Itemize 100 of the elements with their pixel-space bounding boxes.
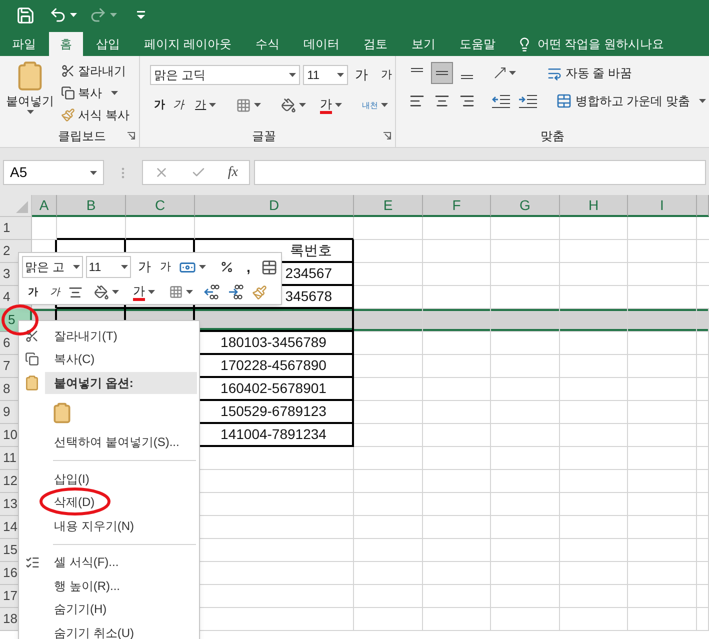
menu-item[interactable]: 삽입(I) xyxy=(54,470,90,488)
column-header[interactable]: H xyxy=(560,195,628,217)
align-center-icon[interactable] xyxy=(68,284,83,300)
customize-icon[interactable] xyxy=(137,11,145,19)
table-cell xyxy=(560,585,628,608)
table-cell xyxy=(628,562,697,585)
dialog-launcher-icon[interactable] xyxy=(383,132,392,140)
table-cell xyxy=(560,355,628,378)
column-header[interactable]: D xyxy=(195,195,354,217)
column-header[interactable]: G xyxy=(491,195,560,217)
ribbon-tab[interactable]: 수식 xyxy=(244,32,290,56)
table-cell xyxy=(423,562,491,585)
column-header[interactable] xyxy=(697,195,709,217)
table-cell xyxy=(697,539,709,562)
format-painter-button[interactable]: 서식 복사 xyxy=(58,104,132,126)
column-header[interactable]: A xyxy=(32,195,57,217)
font-size-field[interactable]: 11 xyxy=(86,256,131,278)
table-cell xyxy=(491,493,560,516)
paste-button[interactable]: 붙여넣기 xyxy=(2,60,58,126)
cut-button[interactable]: 잘라내기 xyxy=(58,60,132,82)
paintbrush-icon[interactable] xyxy=(252,284,267,300)
font-size-field[interactable]: 11 xyxy=(303,65,348,85)
insert-function-button[interactable]: fx xyxy=(228,162,238,183)
wrap-text-button[interactable]: 자동 줄 바꿈 xyxy=(544,62,635,84)
formula-input[interactable] xyxy=(254,160,706,185)
table-cell xyxy=(697,447,709,470)
ribbon-tab[interactable]: 도움말 xyxy=(448,32,506,56)
table-cell xyxy=(491,286,560,309)
vertical-align-button[interactable] xyxy=(431,62,454,84)
merge-icon[interactable] xyxy=(261,258,278,276)
table-cell xyxy=(628,332,697,355)
table-cell xyxy=(354,539,423,562)
font-name-field[interactable]: 맑은 고딕 xyxy=(150,65,300,85)
table-cell xyxy=(32,217,57,240)
column-header[interactable]: E xyxy=(354,195,423,217)
clipboard-icon xyxy=(51,400,73,424)
column-header[interactable]: I xyxy=(628,195,697,217)
font-color-button[interactable]: 가 xyxy=(317,94,346,116)
table-cell xyxy=(423,516,491,539)
ribbon-tab[interactable]: 데이터 xyxy=(292,32,350,56)
ribbon-tab[interactable]: 보기 xyxy=(400,32,446,56)
table-cell xyxy=(560,217,628,240)
table-cell xyxy=(491,516,560,539)
ribbon-tab[interactable]: 홈 xyxy=(49,32,83,56)
table-cell xyxy=(697,355,709,378)
dialog-launcher-icon[interactable] xyxy=(127,132,136,140)
redo-icon[interactable] xyxy=(89,6,107,24)
table-cell xyxy=(628,378,697,401)
font-color-button[interactable]: 가 xyxy=(130,281,158,303)
menu-item[interactable]: 숨기기 취소(U) xyxy=(54,624,134,639)
caret-icon xyxy=(111,91,118,95)
tell-me-field[interactable]: 어떤 작업을 원하시나요 xyxy=(537,35,664,53)
phonetic-button[interactable]: 내천 xyxy=(359,94,392,116)
italic-button[interactable]: 가 xyxy=(173,96,184,114)
table-cell xyxy=(423,585,491,608)
shrink-font-button[interactable]: 가 xyxy=(381,66,392,84)
caret-icon xyxy=(337,73,344,77)
ribbon-tab[interactable]: 페이지 레이아웃 xyxy=(133,32,242,56)
grow-font-button[interactable]: 가 xyxy=(138,257,151,277)
caret-icon xyxy=(120,265,128,269)
caret-icon xyxy=(509,71,516,75)
column-header[interactable]: F xyxy=(423,195,491,217)
table-cell xyxy=(628,240,697,263)
group-label: 맞춤 xyxy=(540,128,565,145)
save-icon[interactable] xyxy=(16,6,35,24)
menu-item[interactable]: 숨기기(H) xyxy=(54,600,107,618)
table-cell xyxy=(491,217,560,240)
row-header[interactable]: 1 xyxy=(0,217,32,240)
shrink-font-button[interactable]: 가 xyxy=(160,258,171,276)
caret-icon xyxy=(198,265,206,269)
ribbon-tab[interactable]: 파일 xyxy=(1,32,47,56)
column-header[interactable]: B xyxy=(57,195,126,217)
menu-item[interactable]: 셀 서식(F)... xyxy=(54,553,119,572)
undo-icon[interactable] xyxy=(49,6,67,24)
ribbon-tab[interactable]: 삽입 xyxy=(85,32,131,56)
menu-item[interactable]: 선택하여 붙여넣기(S)... xyxy=(54,433,180,452)
font-name-field[interactable]: 맑은 고 xyxy=(22,256,83,278)
orientation-icon xyxy=(494,67,506,79)
decrease-indent-icon xyxy=(492,94,510,108)
scissors-icon xyxy=(61,64,75,78)
menu-item[interactable]: 잘라내기(T) xyxy=(54,326,118,345)
name-box[interactable]: A5 xyxy=(3,160,104,185)
menu-item[interactable]: 내용 지우기(N) xyxy=(54,516,134,535)
paintbrush-icon xyxy=(61,108,75,122)
bold-button[interactable]: 가 xyxy=(154,96,166,114)
percent-icon[interactable] xyxy=(220,260,234,274)
underline-button[interactable]: 가 xyxy=(192,94,220,116)
table-cell xyxy=(354,309,423,332)
table-cell xyxy=(491,263,560,286)
column-header[interactable]: C xyxy=(126,195,195,217)
caret-icon xyxy=(209,103,216,107)
ribbon-tab[interactable]: 검토 xyxy=(352,32,398,56)
grow-font-button[interactable]: 가 xyxy=(355,65,368,85)
copy-button[interactable]: 복사 xyxy=(58,82,132,104)
increase-decimal-icon xyxy=(204,284,220,300)
menu-item[interactable]: 복사(C) xyxy=(54,350,95,368)
merge-center-button[interactable]: 병합하고 가운데 맞춤 xyxy=(553,90,709,112)
table-cell xyxy=(423,424,491,447)
italic-button[interactable]: 가 xyxy=(50,284,60,300)
menu-item[interactable]: 행 높이(R)... xyxy=(54,576,120,595)
